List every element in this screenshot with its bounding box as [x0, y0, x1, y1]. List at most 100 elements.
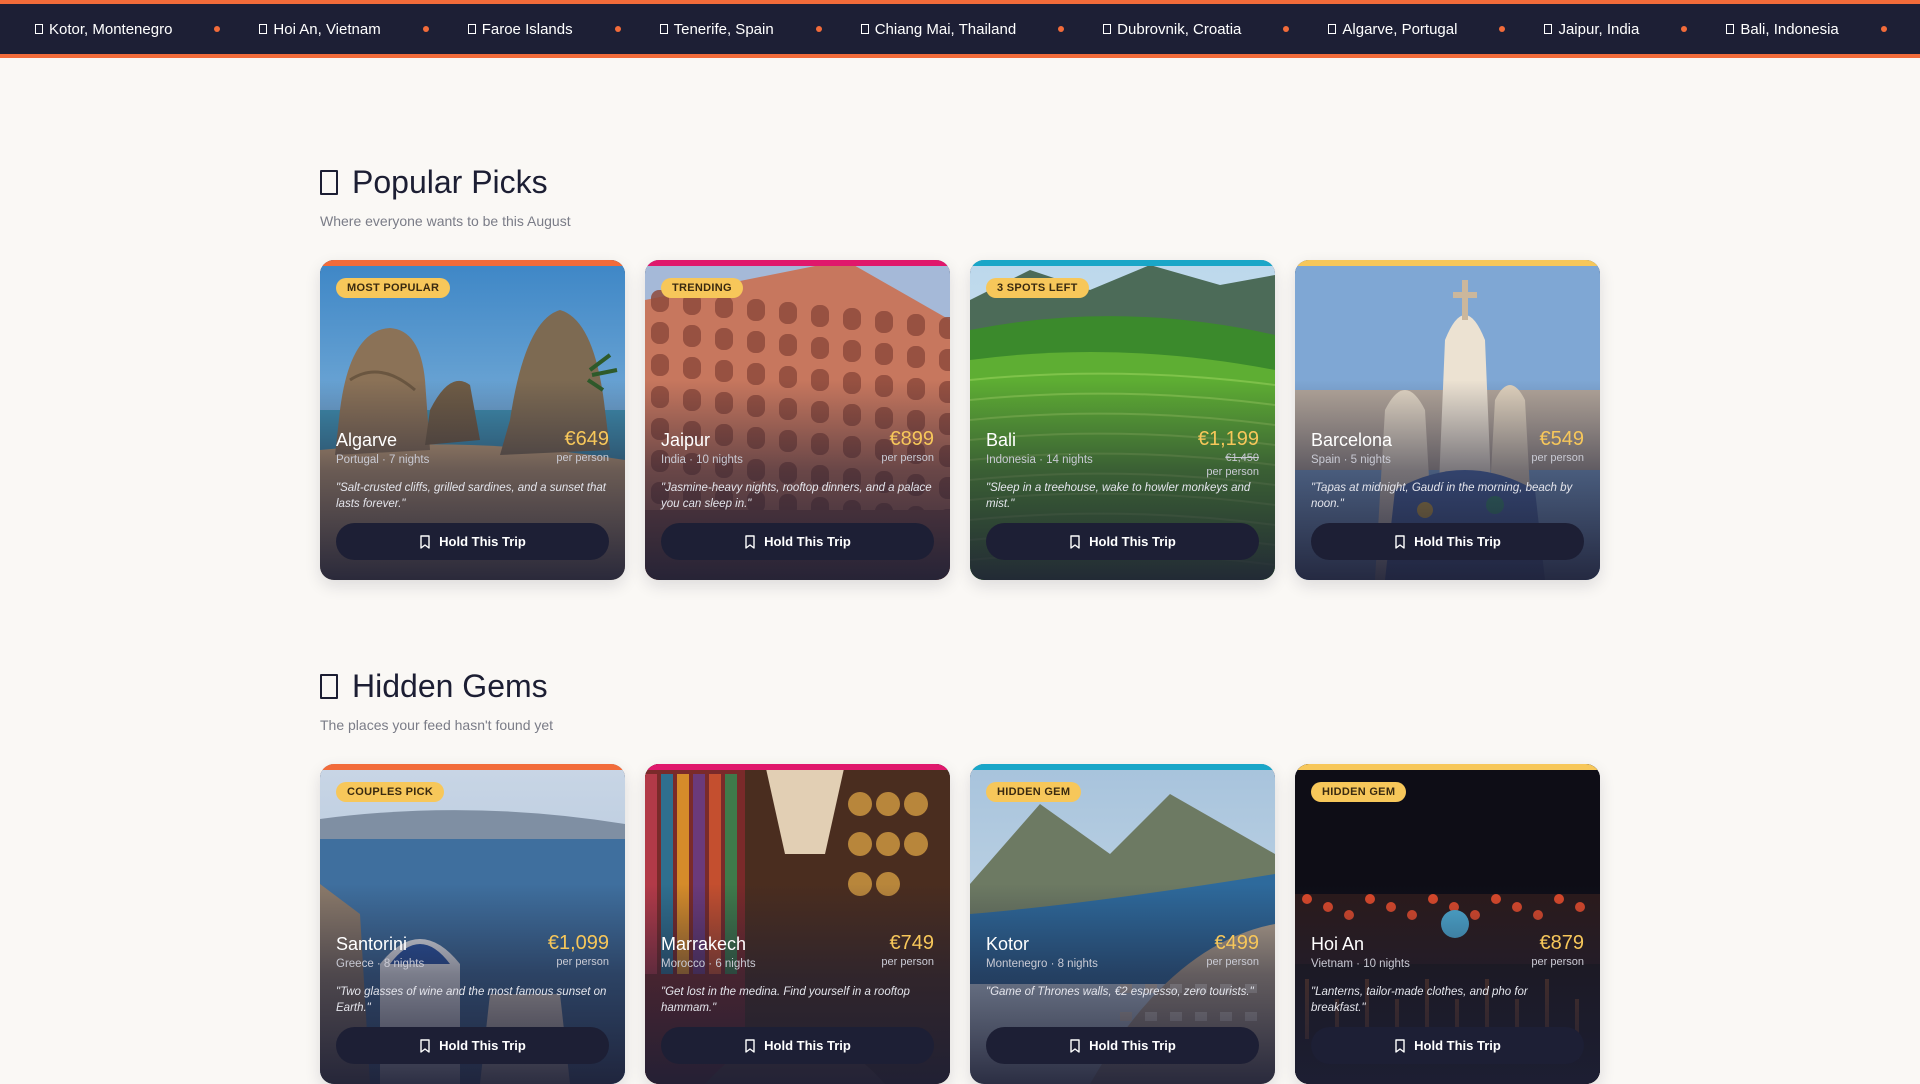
hold-trip-button-label: Hold This Trip [764, 534, 851, 549]
ticker-separator-dot [1880, 26, 1887, 32]
price-unit: per person [1206, 956, 1259, 968]
card-info: Barcelona Spain · 5 nights €549 per person "… [1311, 428, 1585, 580]
hold-trip-button[interactable]: Hold This Trip [1311, 523, 1584, 560]
card-info: Marrakech Morocco · 6 nights €749 per perso… [661, 932, 935, 1084]
card-accent-bar [320, 260, 625, 266]
hold-trip-button[interactable]: Hold This Trip [661, 1027, 934, 1064]
destination-meta: India · 10 nights [661, 454, 743, 466]
hold-trip-button[interactable]: Hold This Trip [986, 1027, 1259, 1064]
bookmark-icon [420, 534, 430, 549]
trip-price: €1,099 [547, 932, 609, 954]
destination-meta: Montenegro · 8 nights [986, 958, 1098, 970]
ticker-item-label: Hoi An, Vietnam [273, 20, 381, 38]
trip-price: €749 [889, 932, 935, 954]
hold-trip-button-label: Hold This Trip [1414, 1038, 1501, 1053]
card-badge: TRENDING [661, 278, 743, 298]
bookmark-icon [420, 1038, 430, 1053]
section-subtitle: The places your feed hasn't found yet [320, 717, 554, 733]
ticker-item-icon [659, 24, 668, 34]
bookmark-icon [1070, 534, 1080, 549]
ticker-item-icon [1103, 24, 1112, 34]
card-info: Hoi An Vietnam · 10 nights €879 per person "… [1311, 932, 1584, 1084]
destination-meta: Spain · 5 nights [1311, 454, 1391, 466]
destination-ticker: Kotor, Montenegro Hoi An, Vietnam Faroe Is… [0, 0, 1920, 58]
ticker-item: Dubrovnik, Croatia [1103, 21, 1241, 38]
destination-meta: Greece · 8 nights [336, 958, 425, 970]
card-badge: HIDDEN GEM [986, 782, 1082, 802]
destination-card[interactable]: COUPLES PICK Santorini Greece · 8 nights €1… [320, 764, 625, 1084]
ticker-item-icon [467, 24, 476, 34]
destination-quote: "Sleep in a treehouse, wake to howler mo… [986, 482, 1251, 510]
destination-quote: "Lanterns, tailor-made clothes, and pho … [1311, 986, 1528, 1014]
hold-trip-button[interactable]: Hold This Trip [661, 523, 934, 560]
destination-name: Marrakech [661, 934, 747, 954]
price-unit: per person [1531, 452, 1584, 464]
price-unit: per person [881, 452, 934, 464]
ticker-item-icon [1726, 24, 1735, 34]
card-badge: HIDDEN GEM [1311, 782, 1407, 802]
hold-trip-button[interactable]: Hold This Trip [336, 1027, 609, 1064]
card-info: Santorini Greece · 8 nights €1,099 per pers… [336, 932, 609, 1084]
ticker-item-label: Dubrovnik, Croatia [1117, 20, 1242, 38]
section-icon [320, 673, 338, 699]
section-hidden-gems: Hidden Gems The places your feed hasn't … [320, 666, 1600, 1084]
ticker-item-label: Chiang Mai, Thailand [874, 20, 1017, 38]
card-accent-bar [1295, 764, 1600, 770]
ticker-separator-dot [1499, 26, 1506, 32]
section-subtitle: Where everyone wants to be this August [320, 213, 571, 229]
destination-card[interactable]: HIDDEN GEM Kotor Montenegro · 8 nights €499… [970, 764, 1275, 1084]
card-accent-bar [645, 260, 950, 266]
ticker-item-label: Tenerife, Spain [673, 20, 774, 38]
card-info: Algarve Portugal · 7 nights €649 per person… [336, 428, 609, 580]
ticker-item-label: Bali, Indonesia [1740, 20, 1839, 38]
destination-card[interactable]: Marrakech Morocco · 6 nights €749 per perso… [645, 764, 950, 1084]
destination-name: Jaipur [661, 430, 711, 450]
destination-quote: "Two glasses of wine and the most famous… [336, 986, 607, 1014]
destination-card[interactable]: MOST POPULAR Algarve Portugal · 7 nights €6… [320, 260, 625, 580]
ticker-separator-dot [815, 26, 822, 32]
hold-trip-button[interactable]: Hold This Trip [1311, 1027, 1584, 1064]
destination-card[interactable]: Barcelona Spain · 5 nights €549 per person "… [1295, 260, 1600, 580]
destination-card[interactable]: TRENDING Jaipur India · 10 nights €899 per p… [645, 260, 950, 580]
destination-quote: "Jasmine-heavy nights, rooftop dinners, … [661, 482, 932, 510]
destination-name: Kotor [986, 934, 1030, 954]
section-title-text: Popular Picks [352, 163, 548, 200]
card-accent-bar [970, 260, 1275, 266]
card-badge: MOST POPULAR [336, 278, 451, 298]
section-title: Hidden Gems [320, 666, 1600, 706]
hold-trip-button-label: Hold This Trip [1089, 1038, 1176, 1053]
destination-card[interactable]: HIDDEN GEM Hoi An Vietnam · 10 nights €879 p… [1295, 764, 1600, 1084]
ticker-separator-dot [1283, 26, 1290, 32]
card-row: MOST POPULAR Algarve Portugal · 7 nights €6… [320, 260, 1600, 580]
ticker-item-label: Faroe Islands [481, 20, 573, 38]
ticker-item: Kotor, Montenegro [35, 21, 172, 38]
destination-quote: "Tapas at midnight, Gaudí in the morning… [1311, 482, 1573, 510]
hold-trip-button-label: Hold This Trip [1414, 534, 1501, 549]
ticker-item: Jaipur, India [1544, 21, 1639, 38]
hold-trip-button[interactable]: Hold This Trip [986, 523, 1259, 560]
hold-trip-button-label: Hold This Trip [439, 534, 526, 549]
card-badge: COUPLES PICK [336, 782, 445, 802]
ticker-item: Hoi An, Vietnam [259, 20, 381, 38]
card-badge: 3 SPOTS LEFT [986, 278, 1089, 298]
destination-meta: Portugal · 7 nights [336, 454, 430, 466]
trip-price: €549 [1539, 428, 1585, 450]
price-unit: per person [556, 452, 609, 464]
ticker-separator-dot [1058, 26, 1065, 32]
ticker-separator-dot [214, 26, 221, 32]
hold-trip-button-label: Hold This Trip [764, 1038, 851, 1053]
destination-card[interactable]: 3 SPOTS LEFT Bali Indonesia · 14 nights €1,… [970, 260, 1275, 580]
price-unit: per person [1531, 956, 1584, 968]
trip-price: €499 [1214, 932, 1260, 954]
card-info: Jaipur India · 10 nights €899 per person "Ja… [661, 428, 934, 580]
section-title-text: Hidden Gems [352, 667, 548, 704]
destination-meta: Morocco · 6 nights [661, 958, 756, 970]
hold-trip-button[interactable]: Hold This Trip [336, 523, 609, 560]
section-icon [320, 169, 338, 195]
card-accent-bar [320, 764, 625, 770]
destination-name: Santorini [336, 934, 408, 954]
price-unit: per person [1206, 466, 1259, 478]
bookmark-icon [745, 534, 755, 549]
card-info: Kotor Montenegro · 8 nights €499 per person… [986, 932, 1260, 1084]
ticker-item-label: Kotor, Montenegro [49, 20, 173, 38]
